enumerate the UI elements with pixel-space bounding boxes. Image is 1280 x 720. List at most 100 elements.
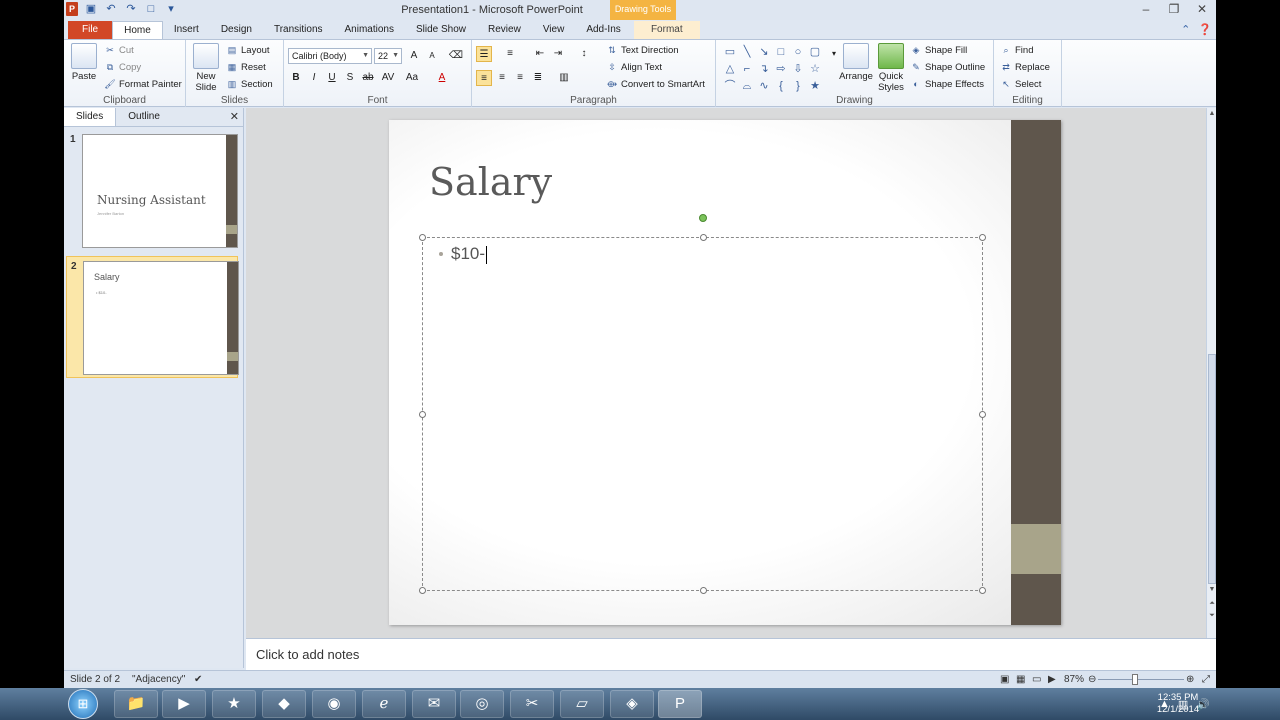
- tab-design[interactable]: Design: [210, 21, 263, 39]
- notes-placeholder[interactable]: Click to add notes: [256, 647, 359, 662]
- powerpoint-taskbar-icon[interactable]: P: [658, 690, 702, 718]
- curve-shape-icon[interactable]: ⌒: [722, 78, 738, 94]
- close-panel-icon[interactable]: ✕: [230, 110, 239, 123]
- character-spacing-icon[interactable]: AV: [380, 70, 396, 86]
- quick-styles-button[interactable]: Quick Styles: [876, 43, 906, 93]
- zoom-slider[interactable]: [1098, 679, 1184, 680]
- italic-icon[interactable]: I: [306, 70, 322, 86]
- replace-button[interactable]: ⇄ Replace: [1000, 61, 1050, 73]
- slideshow-view-icon[interactable]: ▶: [1048, 674, 1056, 685]
- start-button[interactable]: ⊞: [68, 689, 98, 719]
- tab-transitions[interactable]: Transitions: [263, 21, 334, 39]
- previous-slide-icon[interactable]: ⏶: [1207, 600, 1216, 608]
- shapes-gallery[interactable]: ▭ ╲ ↘ □ ○ ▢ △ ⌐ ↴ ⇨ ⇩ ☆ ⌒ ⌓ ∿ { } ★: [722, 44, 823, 94]
- line-spacing-icon[interactable]: ↕: [576, 46, 592, 62]
- reset-button[interactable]: ▦ Reset: [226, 61, 266, 73]
- explorer-taskbar-icon[interactable]: 📁: [114, 690, 158, 718]
- strikethrough-icon[interactable]: ab: [360, 70, 376, 86]
- scroll-up-icon[interactable]: ▲: [1207, 110, 1216, 117]
- textbox-shape-icon[interactable]: ▭: [722, 44, 738, 60]
- zoom-out-icon[interactable]: ⊖: [1088, 674, 1096, 685]
- tab-review[interactable]: Review: [477, 21, 532, 39]
- shrink-font-icon[interactable]: A: [424, 48, 440, 64]
- tab-outline[interactable]: Outline: [116, 108, 172, 126]
- media-player-taskbar-icon[interactable]: ▶: [162, 690, 206, 718]
- font-color-icon[interactable]: A: [434, 70, 450, 86]
- slide-sorter-icon[interactable]: ▦: [1016, 674, 1025, 685]
- resize-handle-sw[interactable]: [419, 587, 426, 594]
- bold-icon[interactable]: B: [288, 70, 304, 86]
- align-text-button[interactable]: ⇳ Align Text: [606, 61, 662, 73]
- outlook-taskbar-icon[interactable]: ✉: [412, 690, 456, 718]
- snipping-tool-taskbar-icon[interactable]: ✂: [510, 690, 554, 718]
- star-5-shape-icon[interactable]: ★: [807, 78, 823, 94]
- help-icon[interactable]: ❓: [1198, 21, 1212, 39]
- elbow-connector-icon[interactable]: ⌐: [739, 61, 755, 77]
- tab-view[interactable]: View: [532, 21, 576, 39]
- zoom-in-icon[interactable]: ⊕: [1186, 674, 1194, 685]
- text-direction-button[interactable]: ⇅ Text Direction: [606, 44, 678, 56]
- scroll-thumb[interactable]: [1208, 354, 1216, 584]
- copy-button[interactable]: ⧉ Copy: [104, 61, 141, 73]
- minimize-ribbon-icon[interactable]: ⌃: [1181, 21, 1190, 39]
- shape-effects-button[interactable]: ◐ Shape Effects: [910, 78, 984, 90]
- align-center-icon[interactable]: ≡: [494, 70, 510, 86]
- resize-handle-se[interactable]: [979, 587, 986, 594]
- paste-button[interactable]: Paste: [70, 43, 98, 82]
- columns-icon[interactable]: ▥: [556, 70, 572, 86]
- font-size-combo[interactable]: 22 ▼: [374, 48, 402, 64]
- tab-slide-show[interactable]: Slide Show: [405, 21, 477, 39]
- underline-icon[interactable]: U: [324, 70, 340, 86]
- restore-icon[interactable]: ❐: [1160, 0, 1188, 20]
- slide-thumbnail-2[interactable]: 2 Salary • $10-: [66, 256, 239, 378]
- right-arrow-shape-icon[interactable]: ⇨: [773, 61, 789, 77]
- bullets-icon[interactable]: ☰: [476, 46, 492, 62]
- freeform-shape-icon[interactable]: ∿: [756, 78, 772, 94]
- elbow-arrow-icon[interactable]: ↴: [756, 61, 772, 77]
- line-shape-icon[interactable]: ╲: [739, 44, 755, 60]
- fit-slide-icon[interactable]: ⤢: [1202, 674, 1210, 685]
- internet-explorer-taskbar-icon[interactable]: ℯ: [362, 690, 406, 718]
- arrow-line-shape-icon[interactable]: ↘: [756, 44, 772, 60]
- rounded-rect-shape-icon[interactable]: ▢: [807, 44, 823, 60]
- resize-handle-e[interactable]: [979, 411, 986, 418]
- rotation-handle[interactable]: [699, 214, 707, 222]
- tab-insert[interactable]: Insert: [163, 21, 210, 39]
- chrome-taskbar-icon[interactable]: ◎: [460, 690, 504, 718]
- zoom-level[interactable]: 87%: [1064, 674, 1084, 685]
- arc-shape-icon[interactable]: ⌓: [739, 78, 755, 94]
- app-taskbar-icon[interactable]: ◆: [262, 690, 306, 718]
- layout-button[interactable]: ▤ Layout: [226, 44, 270, 56]
- tab-animations[interactable]: Animations: [334, 21, 405, 39]
- convert-smartart-button[interactable]: ⟴ Convert to SmartArt: [606, 78, 705, 90]
- slide-thumbnail-1[interactable]: 1 Nursing Assistant Jennifer Barton: [66, 130, 238, 252]
- oval-shape-icon[interactable]: ○: [790, 44, 806, 60]
- resize-handle-w[interactable]: [419, 411, 426, 418]
- resize-handle-nw[interactable]: [419, 234, 426, 241]
- taskbar-clock[interactable]: 12:35 PM 12/1/2014: [1148, 692, 1208, 716]
- cut-button[interactable]: ✂ Cut: [104, 44, 134, 56]
- increase-indent-icon[interactable]: ⇥: [550, 46, 566, 62]
- section-button[interactable]: ▥ Section: [226, 78, 273, 90]
- scroll-down-icon[interactable]: ▼: [1207, 586, 1216, 593]
- content-placeholder[interactable]: $10-: [419, 214, 986, 594]
- firefox-taskbar-icon[interactable]: ◉: [312, 690, 356, 718]
- slide-title[interactable]: Salary: [429, 160, 552, 204]
- arrange-button[interactable]: Arrange: [838, 43, 874, 82]
- star-shape-icon[interactable]: ☆: [807, 61, 823, 77]
- left-brace-shape-icon[interactable]: {: [773, 78, 789, 94]
- bullet-text[interactable]: $10-: [451, 244, 488, 264]
- reading-view-icon[interactable]: ▭: [1032, 674, 1041, 685]
- rectangle-shape-icon[interactable]: □: [773, 44, 789, 60]
- find-button[interactable]: ⌕ Find: [1000, 44, 1033, 56]
- slide-canvas[interactable]: Salary $10-: [389, 120, 1061, 625]
- grow-font-icon[interactable]: A: [406, 48, 422, 64]
- tab-home[interactable]: Home: [112, 21, 163, 39]
- tab-add-ins[interactable]: Add-Ins: [575, 21, 631, 39]
- triangle-shape-icon[interactable]: △: [722, 61, 738, 77]
- shape-fill-button[interactable]: ◈ Shape Fill: [910, 44, 968, 56]
- shape-outline-button[interactable]: ✎ Shape Outline: [910, 61, 985, 73]
- vertical-scrollbar[interactable]: ▲ ▼ ⏶ ⏷: [1206, 108, 1216, 638]
- zoom-slider-knob[interactable]: [1132, 674, 1138, 685]
- align-left-icon[interactable]: ≡: [476, 70, 492, 86]
